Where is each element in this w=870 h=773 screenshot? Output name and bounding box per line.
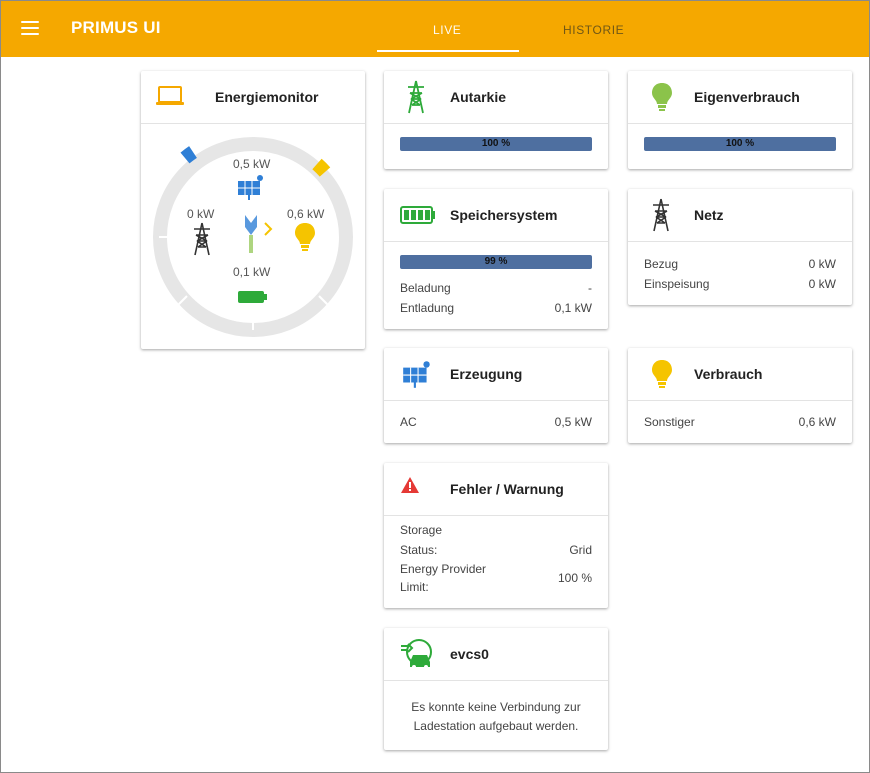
warning-icon (401, 477, 419, 493)
card-title: Fehler / Warnung (450, 481, 564, 497)
card-header: Eigenverbrauch (628, 71, 852, 124)
verbrauch-card[interactable]: Verbrauch Sonstiger 0,6 kW (628, 348, 852, 443)
grid-tower-icon (408, 80, 424, 114)
evcs-card[interactable]: evcs0 Es konnte keine Verbindung zur Lad… (384, 628, 608, 750)
card-title: evcs0 (450, 646, 489, 662)
card-header: Verbrauch (628, 348, 852, 401)
card-title: Erzeugung (450, 366, 523, 382)
row-value: 0,6 kW (798, 415, 836, 429)
fehler-warnung-card[interactable]: Fehler / Warnung Storage Status: Grid En… (384, 463, 608, 608)
row-label: Sonstiger (644, 415, 695, 429)
speichersystem-card[interactable]: Speichersystem 99 % Beladung - Entladung… (384, 189, 608, 329)
card-title: Autarkie (450, 89, 507, 105)
storage-value: 0,1 kW (233, 265, 271, 279)
grid-tower-icon (194, 222, 210, 256)
lightbulb-icon (652, 360, 672, 388)
evcs-message-line2: Ladestation aufgebaut werden. (413, 719, 579, 733)
card-header: Netz (628, 189, 852, 242)
bezug-row: Bezug 0 kW (644, 257, 836, 271)
card-header: Speichersystem (384, 189, 608, 242)
beladung-row: Beladung - (400, 281, 592, 295)
card-header: Energiemonitor (141, 71, 365, 124)
energy-provider-label: Energy Provider (400, 562, 487, 576)
einspeisung-row: Einspeisung 0 kW (644, 277, 836, 291)
card-title: Energiemonitor (215, 89, 319, 105)
hamburger-menu-icon[interactable] (21, 21, 39, 37)
battery-icon (400, 206, 435, 224)
autarkie-card[interactable]: Autarkie 100 % (384, 71, 608, 169)
lightbulb-icon (652, 83, 672, 111)
entladung-row: Entladung 0,1 kW (400, 301, 592, 315)
evcs-message-line1: Es konnte keine Verbindung zur (411, 700, 581, 714)
app-frame: PRIMUS UI LIVE HISTORIE Energiemonitor 0… (0, 0, 870, 773)
row-value: 0,1 kW (554, 301, 592, 315)
tab-live[interactable]: LIVE (433, 23, 461, 37)
production-value: 0,5 kW (233, 157, 271, 171)
row-value: - (588, 281, 592, 295)
monitor-icon (156, 86, 184, 105)
electric-car-icon (401, 639, 432, 669)
row-label: Entladung (400, 301, 455, 315)
eigenverbrauch-card[interactable]: Eigenverbrauch 100 % (628, 71, 852, 169)
eigenverbrauch-progress-bar: 100 % (644, 137, 836, 151)
row-value: Grid (569, 543, 592, 557)
sonstiger-row: Sonstiger 0,6 kW (644, 415, 836, 429)
row-label: AC (400, 415, 417, 429)
top-app-bar: PRIMUS UI LIVE HISTORIE (1, 1, 869, 57)
ac-row: AC 0,5 kW (400, 415, 592, 429)
row-value: 0 kW (808, 277, 836, 291)
card-title: Verbrauch (694, 366, 763, 382)
grid-tower-icon (653, 198, 669, 232)
tab-historie[interactable]: HISTORIE (563, 23, 624, 37)
row-label: Status: (400, 543, 438, 557)
solar-panel-icon (403, 361, 430, 388)
grid-value: 0 kW (187, 207, 215, 221)
card-header: Erzeugung (384, 348, 608, 401)
active-tab-indicator (377, 50, 519, 52)
card-header: Autarkie (384, 71, 608, 124)
card-title: Netz (694, 207, 724, 223)
limit-value: 100 % (557, 571, 592, 585)
row-value: 0 kW (808, 257, 836, 271)
row-label: Einspeisung (644, 277, 710, 291)
card-header: Fehler / Warnung (384, 463, 608, 516)
consumption-value: 0,6 kW (287, 207, 325, 221)
speichersystem-progress-bar: 99 % (400, 255, 592, 269)
flow-center-icon (245, 215, 273, 253)
card-title: Eigenverbrauch (694, 89, 800, 105)
status-row: Status: Grid (400, 543, 592, 557)
app-title: PRIMUS UI (71, 18, 161, 37)
lightbulb-icon (295, 223, 315, 251)
row-label: Beladung (400, 281, 451, 295)
autarkie-progress-bar: 100 % (400, 137, 592, 151)
limit-label: Limit: (400, 580, 429, 594)
battery-icon (238, 291, 267, 303)
card-title: Speichersystem (450, 207, 558, 223)
netz-card[interactable]: Netz Bezug 0 kW Einspeisung 0 kW (628, 189, 852, 305)
card-header: evcs0 (384, 628, 608, 681)
storage-label: Storage (400, 523, 443, 537)
row-label: Bezug (644, 257, 679, 271)
erzeugung-card[interactable]: Erzeugung AC 0,5 kW (384, 348, 608, 443)
energiemonitor-card[interactable]: Energiemonitor 0,5 kW 0 kW 0,6 kW 0,1 kW (141, 71, 365, 349)
row-value: 0,5 kW (554, 415, 592, 429)
solar-panel-icon (238, 175, 263, 200)
